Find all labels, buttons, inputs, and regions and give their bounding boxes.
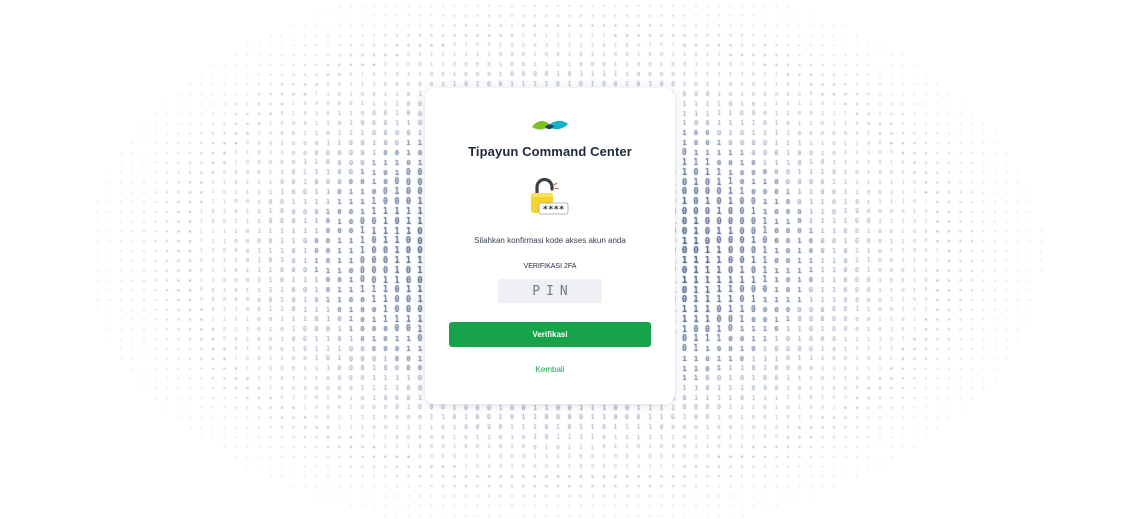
open-padlock-pin-icon: **** xyxy=(531,178,569,215)
instruction-text: Silahkan konfirmasi kode akses akun anda xyxy=(474,236,626,245)
pin-input[interactable] xyxy=(498,279,602,303)
login-card: Tipayun Command Center **** Silahkan kon… xyxy=(425,88,675,404)
page-title: Tipayun Command Center xyxy=(468,144,632,159)
lock-badge-text: **** xyxy=(543,205,565,215)
back-link[interactable]: Kembali xyxy=(425,365,675,374)
verify-button[interactable]: Verifikasi xyxy=(449,322,651,347)
brand-logo-icon xyxy=(532,120,568,130)
pin-field-label: VERIFIKASI 2FA xyxy=(523,263,577,270)
